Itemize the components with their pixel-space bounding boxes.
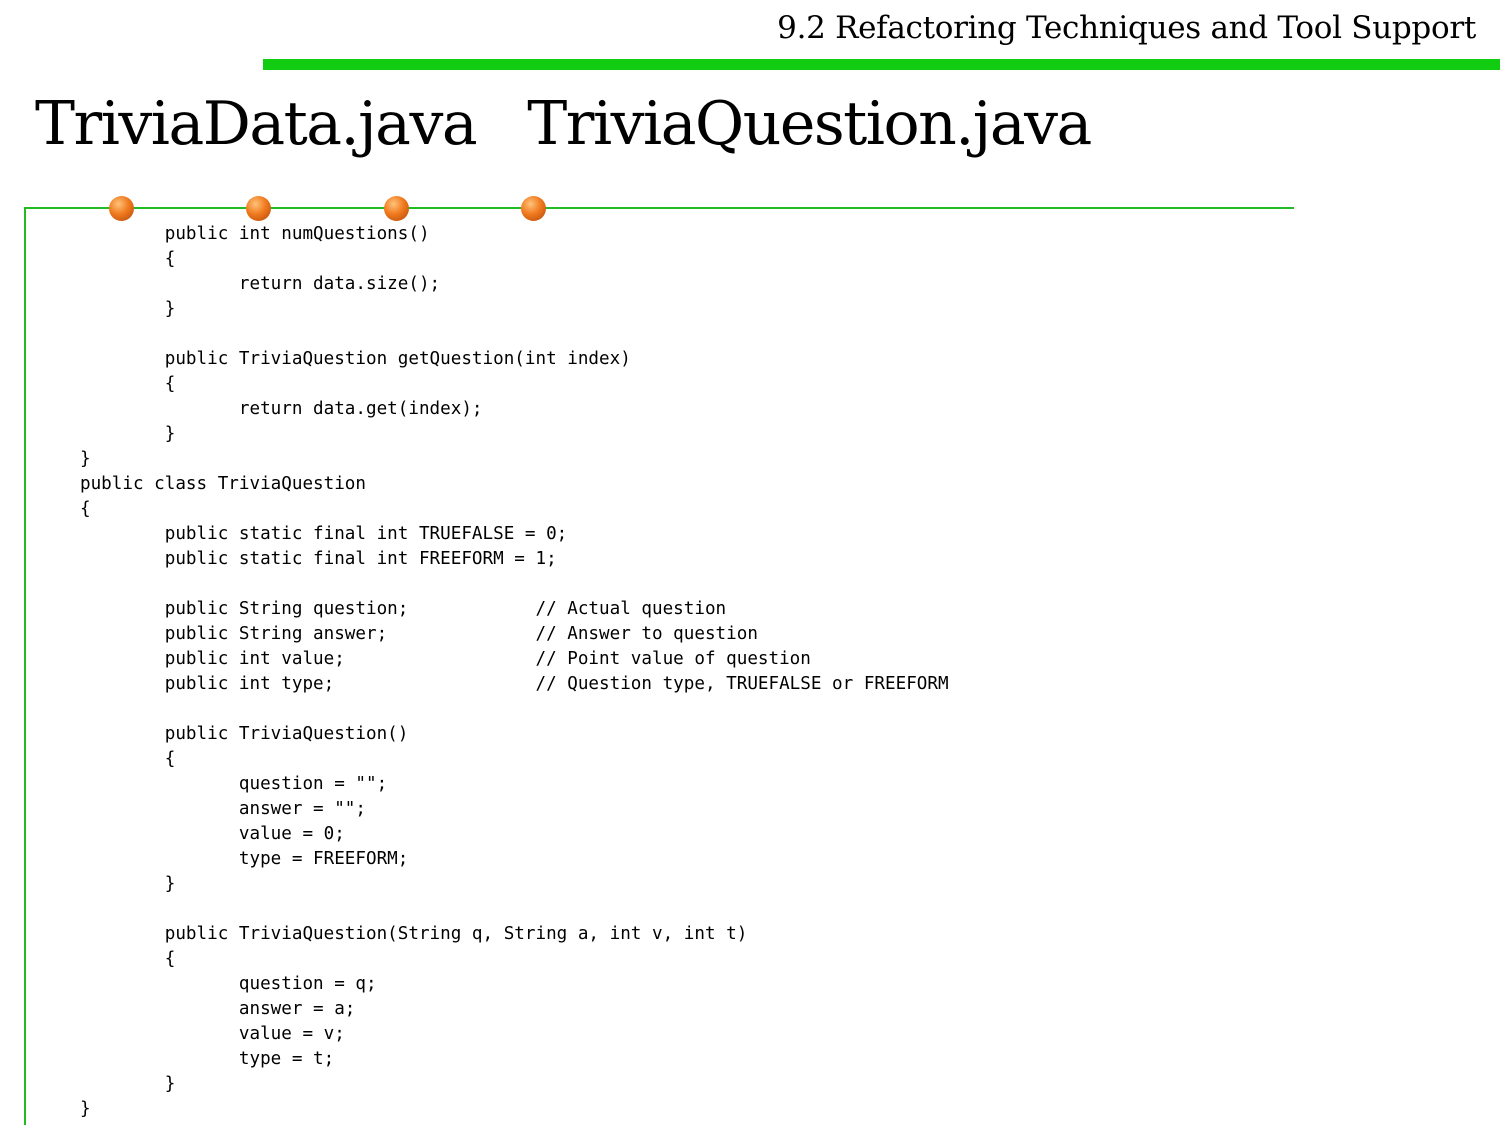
orange-bullet-dot-4 [521, 196, 546, 221]
header-accent-bar [263, 59, 1500, 70]
code-line: } [80, 1074, 176, 1094]
frame-top-line [24, 207, 1294, 209]
code-line: { [80, 249, 176, 269]
code-line: } [80, 424, 176, 444]
code-line: public class TriviaQuestion [80, 474, 366, 494]
code-line: public int type; // Question type, TRUEF… [80, 674, 949, 694]
code-line: public static final int FREEFORM = 1; [80, 549, 557, 569]
code-listing: public int numQuestions() { return data.… [80, 222, 949, 1122]
orange-bullet-dot-1 [109, 196, 134, 221]
code-line: public String question; // Actual questi… [80, 599, 727, 619]
code-line: { [80, 949, 176, 969]
orange-bullet-dot-3 [384, 196, 409, 221]
code-line: } [80, 449, 91, 469]
code-line: { [80, 749, 176, 769]
section-header-title: 9.2 Refactoring Techniques and Tool Supp… [777, 10, 1476, 46]
code-line: question = q; [80, 974, 377, 994]
code-line: public static final int TRUEFALSE = 0; [80, 524, 568, 544]
code-line: { [80, 499, 91, 519]
code-line: type = FREEFORM; [80, 849, 409, 869]
code-line: } [80, 874, 176, 894]
orange-bullet-dot-2 [246, 196, 271, 221]
code-line: public TriviaQuestion(String q, String a… [80, 924, 748, 944]
code-line: public int numQuestions() [80, 224, 430, 244]
slide-title: TriviaData.java TriviaQuestion.java [35, 89, 1092, 159]
code-line: public String answer; // Answer to quest… [80, 624, 758, 644]
frame-left-line [24, 207, 26, 1125]
code-line: public TriviaQuestion getQuestion(int in… [80, 349, 631, 369]
code-line: public int value; // Point value of ques… [80, 649, 811, 669]
code-line: type = t; [80, 1049, 335, 1069]
code-line: } [80, 299, 176, 319]
code-line: answer = ""; [80, 799, 366, 819]
code-line: public TriviaQuestion() [80, 724, 409, 744]
code-line: value = 0; [80, 824, 345, 844]
code-line: question = ""; [80, 774, 388, 794]
code-line: return data.get(index); [80, 399, 483, 419]
code-line: value = v; [80, 1024, 345, 1044]
code-line: } [80, 1099, 91, 1119]
code-line: return data.size(); [80, 274, 441, 294]
code-line: answer = a; [80, 999, 356, 1019]
code-line: { [80, 374, 176, 394]
